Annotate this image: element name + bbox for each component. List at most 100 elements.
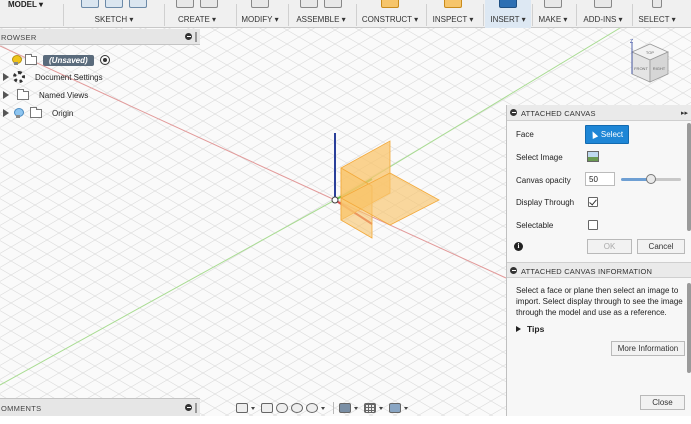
browser-item-origin[interactable]: Origin [0,105,120,121]
close-button[interactable]: Close [640,395,685,410]
toolbar-group-label: INSERT ▾ [490,15,526,24]
cancel-button[interactable]: Cancel [637,239,685,254]
opacity-slider-thumb[interactable] [646,174,656,184]
plane-icon [381,0,399,8]
info-scrollbar[interactable] [687,283,691,373]
toolbar-group-insert[interactable]: INSERT ▾ [485,0,531,28]
info-icon[interactable]: i [514,242,523,251]
browser-panel: ROWSER [0,29,200,45]
active-document-radio[interactable] [99,55,110,65]
toolbar-group-label: INSPECT ▾ [432,15,474,24]
canvas-opacity-label: Canvas opacity [516,176,571,185]
toolbar-group-modify[interactable]: MODIFY ▾ [238,0,282,28]
panel-grip-icon[interactable] [195,403,197,413]
chevron-down-icon[interactable] [379,406,383,410]
add-comment-icon[interactable] [185,404,192,411]
toolbar-divider [63,4,64,26]
browser-item-named-views[interactable]: Named Views [0,87,120,103]
toolbar-group-label: ADD-INS ▾ [583,15,623,24]
expand-triangle-icon[interactable] [3,91,9,99]
display-through-checkbox[interactable] [588,197,598,207]
chevron-down-icon[interactable] [354,406,358,410]
comments-panel[interactable]: OMMENTS [0,398,200,416]
toolbar-group-label: MAKE ▾ [538,15,568,24]
chevron-down-icon: ▾ [38,0,43,9]
display-through-label: Display Through [516,198,575,207]
expand-triangle-icon[interactable] [3,73,9,81]
folder-icon [17,88,29,100]
toolbar-divider [288,4,289,26]
toolbar-divider [532,4,533,26]
viewcube-front-label: FRONT [634,66,648,71]
selectable-checkbox[interactable] [588,220,598,230]
grid-settings-icon[interactable] [364,403,376,413]
toolbar-group-add-ins[interactable]: ADD-INS ▾ [578,0,628,28]
toolbar-group-sketch[interactable]: SKETCH ▾ [66,0,162,28]
toolbar-divider [576,4,577,26]
chevron-down-icon[interactable] [251,406,255,410]
chevron-down-icon[interactable] [321,406,325,410]
lightbulb-icon[interactable] [12,55,22,65]
toolbar-group-inspect[interactable]: INSPECT ▾ [428,0,478,28]
tips-toggle[interactable]: Tips [516,324,544,334]
lightbulb-icon[interactable] [14,108,24,118]
toolbar-group-construct[interactable]: CONSTRUCT ▾ [358,0,422,28]
workspace-switcher[interactable]: MODEL ▾ [0,0,60,10]
line-icon [105,0,123,8]
toolbar-divider [632,4,633,26]
info-section-title: ATTACHED CANVAS INFORMATION [521,267,653,276]
dialog-header[interactable]: ATTACHED CANVAS ▸▸ [507,105,691,121]
box-icon [176,0,194,8]
viewcube[interactable]: TOP FRONT RIGHT Z [624,38,676,90]
pan-hand-icon[interactable] [276,403,288,413]
collapse-icon[interactable] [185,33,192,40]
panel-grip-icon[interactable] [195,32,197,42]
collapse-icon[interactable] [510,267,517,274]
expand-triangle-icon [516,326,521,332]
expand-triangle-icon[interactable] [3,109,9,117]
look-at-icon[interactable] [261,403,273,413]
measure-icon [444,0,462,8]
comments-title: OMMENTS [1,404,42,413]
browser-title: ROWSER [1,33,37,42]
document-icon [25,53,37,65]
browser-item-document[interactable]: (Unsaved) [0,52,140,68]
viewcube-z-label: Z [630,39,633,45]
toolbar-group-select[interactable]: SELECT ▾ [634,0,680,28]
info-section-header[interactable]: ATTACHED CANVAS INFORMATION [507,262,691,278]
toolbar-group-create[interactable]: CREATE ▾ [166,0,228,28]
display-settings-icon[interactable] [339,403,351,413]
more-information-button[interactable]: More Information [611,341,685,356]
chevron-down-icon[interactable] [404,406,408,410]
tree-item-label: Origin [52,108,74,118]
orbit-icon[interactable] [236,403,248,413]
zoom-window-icon[interactable] [306,403,318,413]
toolbar-group-label: CONSTRUCT ▾ [361,15,419,24]
collapse-icon[interactable] [510,109,517,116]
zoom-icon[interactable] [291,403,303,413]
image-icon[interactable] [587,151,599,162]
select-image-label: Select Image [516,153,563,162]
toolbar-group-assemble[interactable]: ASSEMBLE ▾ [290,0,352,28]
browser-item-document-settings[interactable]: Document Settings [0,69,120,85]
print-icon [544,0,562,8]
viewports-icon[interactable] [389,403,401,413]
origin-point[interactable] [331,196,339,204]
toolbar-divider [483,4,484,26]
dialog-scrollbar[interactable] [687,123,691,231]
face-select-button[interactable]: Select [585,125,629,144]
toolbar-group-label: MODIFY ▾ [241,15,279,24]
dialog-title: ATTACHED CANVAS [521,109,596,118]
toolbar-group-label: SKETCH ▾ [94,15,134,24]
ok-button[interactable]: OK [587,239,632,254]
toolbar-group-make[interactable]: MAKE ▾ [534,0,572,28]
toolbar-group-label: SELECT ▾ [638,15,676,24]
cursor-icon [589,130,599,139]
expand-icon[interactable]: ▸▸ [681,109,688,117]
info-description: Select a face or plane then select an im… [516,286,683,317]
canvas-opacity-input[interactable]: 50 [585,172,615,186]
navigation-bar [236,400,426,416]
toolbar-group-label: CREATE ▾ [177,15,217,24]
toolbar-divider [164,4,165,26]
face-label: Face [516,130,534,139]
